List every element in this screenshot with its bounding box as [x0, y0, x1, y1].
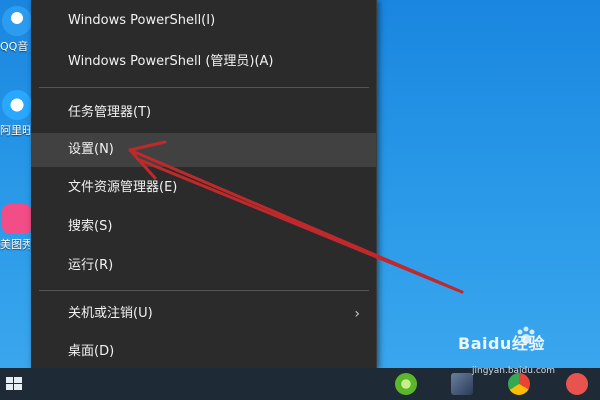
menu-item-file-explorer[interactable]: 文件资源管理器(E)	[31, 171, 376, 205]
menu-item-label: 文件资源管理器(E)	[68, 180, 178, 195]
chevron-right-icon: ›	[354, 306, 360, 322]
screen: QQ音 阿里旺 美图秀 Windows PowerShell(I) Window…	[0, 0, 600, 400]
menu-item-label: Windows PowerShell(I)	[68, 13, 216, 28]
menu-item-label: 设置(N)	[68, 142, 114, 157]
menu-item-label: 桌面(D)	[68, 344, 115, 359]
start-context-menu: Windows PowerShell(I) Windows PowerShell…	[31, 0, 377, 370]
watermark-url: jingyan.baidu.com	[472, 366, 556, 376]
start-button[interactable]	[0, 368, 30, 400]
menu-item-label: 关机或注销(U)	[68, 306, 153, 321]
watermark-brand: Baidu经验	[458, 334, 545, 353]
desktop-icon-aliwangwang[interactable]: 阿里旺	[0, 90, 32, 138]
menu-item-settings[interactable]: 设置(N)	[31, 133, 376, 167]
menu-item-label: 搜索(S)	[68, 219, 113, 234]
desktop-icon-meitu[interactable]: 美图秀	[0, 204, 32, 252]
menu-item-search[interactable]: 搜索(S)	[31, 210, 376, 244]
menu-item-task-manager[interactable]: 任务管理器(T)	[31, 96, 376, 130]
menu-item-label: 任务管理器(T)	[68, 105, 152, 120]
desktop-icon-label: 阿里旺	[0, 124, 30, 137]
qq-music-icon	[2, 6, 32, 36]
baidu-watermark: Baidu经验 jingyan.baidu.com	[440, 326, 590, 386]
desktop-icon-qq[interactable]: QQ音	[0, 6, 32, 54]
menu-item-shutdown[interactable]: 关机或注销(U) ›	[31, 297, 376, 331]
windows-logo-icon	[6, 377, 22, 390]
menu-item-label: 运行(R)	[68, 258, 114, 273]
meitu-icon	[2, 204, 32, 234]
menu-divider	[39, 87, 369, 88]
menu-item-powershell-admin[interactable]: Windows PowerShell (管理员)(A)	[31, 45, 376, 79]
app-green-icon[interactable]	[395, 373, 417, 395]
menu-item-label: Windows PowerShell (管理员)(A)	[68, 54, 274, 69]
desktop-icon-label: 美图秀	[0, 238, 30, 251]
desktop-icon-label: QQ音	[0, 40, 29, 53]
menu-item-run[interactable]: 运行(R)	[31, 249, 376, 283]
menu-item-desktop[interactable]: 桌面(D)	[31, 335, 376, 369]
aliwangwang-icon	[2, 90, 32, 120]
menu-divider	[39, 290, 369, 291]
menu-item-powershell[interactable]: Windows PowerShell(I)	[31, 4, 376, 38]
